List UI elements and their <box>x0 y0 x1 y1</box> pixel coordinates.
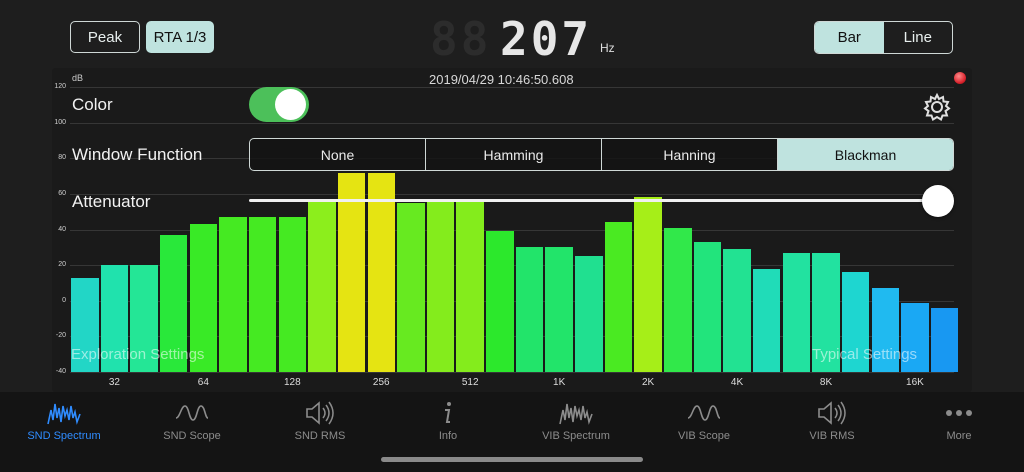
spectrum-bar <box>664 227 692 372</box>
bar-mode-button[interactable]: Bar <box>815 22 884 53</box>
tab-info[interactable]: Info <box>393 392 503 454</box>
more-icon <box>946 410 972 416</box>
x-tick-label: 8K <box>819 377 833 388</box>
spectrum-bar <box>782 252 811 372</box>
window-option-none[interactable]: None <box>250 139 426 170</box>
frequency-ghost-digits: 88 <box>430 12 492 66</box>
x-tick-label: 16K <box>906 377 924 388</box>
gear-icon[interactable] <box>922 92 952 122</box>
spectrum-bar <box>397 202 425 372</box>
spectrum-icon <box>559 403 593 425</box>
toggle-knob <box>275 89 306 120</box>
tab-snd-rms[interactable]: SND RMS <box>265 392 375 454</box>
window-option-hanning[interactable]: Hanning <box>602 139 778 170</box>
waveform-icon <box>175 405 209 421</box>
spectrum-bar <box>486 231 514 372</box>
attenuator-slider-track[interactable] <box>249 199 939 202</box>
window-option-blackman[interactable]: Blackman <box>778 139 953 170</box>
y-tick-label: -20 <box>55 332 66 340</box>
spectrum-bar <box>367 172 395 372</box>
color-toggle[interactable] <box>249 87 309 122</box>
grid-line <box>70 372 954 373</box>
y-tick-label: 100 <box>54 118 66 126</box>
timestamp: 2019/04/29 10:46:50.608 <box>429 72 574 87</box>
tab-label: More <box>946 430 972 442</box>
spectrum-bar <box>930 307 959 372</box>
spectrum-bar <box>515 247 544 372</box>
frequency-unit: Hz <box>600 41 615 55</box>
spectrum-bar <box>456 201 484 372</box>
exploration-settings-link[interactable]: Exploration Settings <box>71 346 204 363</box>
spectrum-bar <box>693 241 722 372</box>
tab-label: VIB Spectrum <box>542 430 610 442</box>
window-function-selector: None Hamming Hanning Blackman <box>249 138 954 171</box>
spectrum-bar <box>248 217 277 372</box>
tab-label: Info <box>438 430 458 442</box>
tab-label: SND Spectrum <box>27 430 101 442</box>
color-label: Color <box>72 95 113 114</box>
attenuator-slider-thumb[interactable] <box>922 185 954 217</box>
y-tick-label: 60 <box>58 189 66 197</box>
grid-line <box>70 193 954 195</box>
tab-snd-spectrum[interactable]: SND Spectrum <box>9 392 119 454</box>
y-tick-label: -40 <box>55 368 66 375</box>
x-tick-label: 1K <box>553 377 566 388</box>
y-tick-label: 40 <box>58 225 66 233</box>
typical-settings-link[interactable]: Typical Settings <box>812 346 917 363</box>
spectrum-bar <box>545 247 573 372</box>
window-function-label: Window Function <box>72 145 203 164</box>
tab-vib-spectrum[interactable]: VIB Spectrum <box>521 392 631 454</box>
rta-button[interactable]: RTA 1/3 <box>146 21 214 53</box>
grid-line <box>70 87 954 88</box>
tab-label: VIB RMS <box>809 430 855 442</box>
spectrum-bar <box>426 201 455 372</box>
info-icon <box>445 402 451 423</box>
spectrum-bar <box>337 172 366 372</box>
y-tick-label: 120 <box>54 83 66 90</box>
tab-vib-scope[interactable]: VIB Scope <box>649 392 759 454</box>
spectrum-bar <box>634 197 662 372</box>
peak-button[interactable]: Peak <box>70 21 140 53</box>
y-tick-label: 80 <box>58 154 66 162</box>
tab-vib-rms[interactable]: VIB RMS <box>777 392 887 454</box>
window-option-hamming[interactable]: Hamming <box>426 139 602 170</box>
grid-line <box>70 122 954 124</box>
x-tick-label: 32 <box>108 377 120 388</box>
spectrum-bar <box>575 256 603 372</box>
spectrum-bar <box>752 268 781 372</box>
waveform-icon <box>687 405 721 421</box>
tab-snd-scope[interactable]: SND Scope <box>137 392 247 454</box>
x-tick-label: 512 <box>461 377 479 388</box>
x-tick-label: 128 <box>283 377 301 388</box>
attenuator-label: Attenuator <box>72 192 151 211</box>
tab-more[interactable]: More <box>904 392 1014 454</box>
x-tick-label: 64 <box>197 377 209 388</box>
y-tick-label: 20 <box>58 261 66 269</box>
spectrum-bar <box>723 249 751 372</box>
frequency-readout: 207 <box>500 12 593 66</box>
spectrum-bar <box>308 201 336 372</box>
x-tick-label: 4K <box>730 377 744 388</box>
speaker-icon <box>818 401 846 425</box>
tab-label: VIB Scope <box>678 430 730 442</box>
spectrum-icon <box>47 403 81 425</box>
display-mode-toggle: Bar Line <box>814 21 953 54</box>
home-indicator <box>381 457 643 462</box>
tab-label: SND Scope <box>163 430 221 442</box>
recording-indicator <box>954 72 966 84</box>
x-tick-label: 2K <box>641 377 655 388</box>
spectrum-bar <box>604 222 633 372</box>
spectrum-bar <box>278 217 307 372</box>
speaker-icon <box>306 401 334 425</box>
line-mode-button[interactable]: Line <box>884 22 953 53</box>
spectrum-bar <box>219 217 247 372</box>
y-tick-label: 0 <box>62 296 66 304</box>
x-tick-label: 256 <box>372 377 390 388</box>
tab-label: SND RMS <box>294 430 346 442</box>
db-axis-unit: dB <box>72 73 84 83</box>
